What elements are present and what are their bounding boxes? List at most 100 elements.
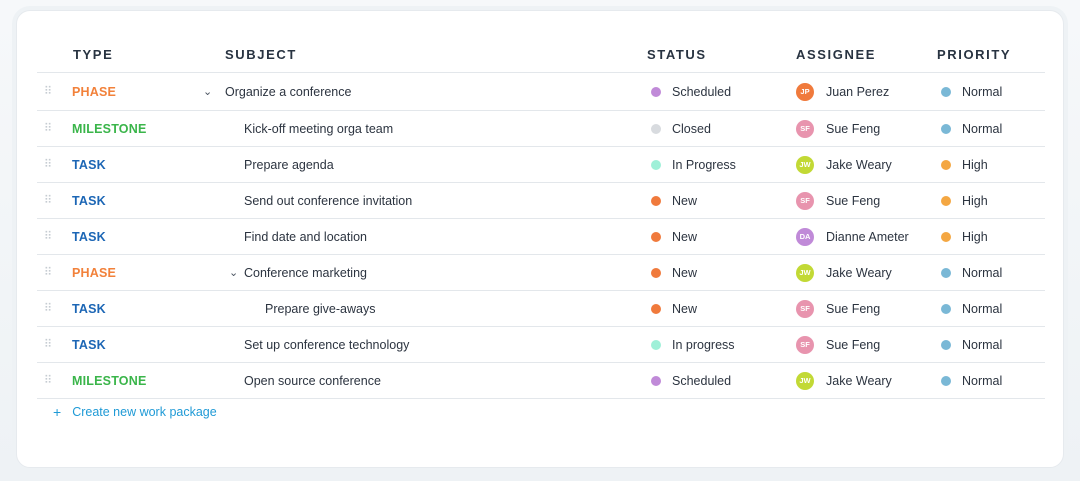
subject-cell[interactable]: Send out conference invitation [244,194,412,208]
table-row[interactable]: ⠿ TASK Find date and location New DA Dianne A… [37,219,1045,255]
type-cell: MILESTONE [72,121,147,136]
priority-label: High [962,193,988,208]
avatar: SF [796,299,814,318]
status-dot-icon [651,375,661,386]
assignee-name: Sue Feng [826,301,881,316]
status-dot-icon [651,231,661,242]
drag-handle-icon[interactable]: ⠿ [44,159,52,170]
table-header: TYPE SUBJECT STATUS ASSIGNEE PRIORITY [37,11,1045,73]
priority-cell[interactable]: Normal [941,266,1002,280]
assignee-name: Jake Weary [826,157,892,172]
priority-dot-icon [941,159,951,170]
drag-handle-icon[interactable]: ⠿ [44,123,52,134]
type-cell: TASK [72,193,106,208]
status-dot-icon [651,195,661,206]
status-label: New [672,229,698,244]
assignee-cell[interactable]: JW Jake Weary [796,155,892,174]
subject-cell[interactable]: Prepare agenda [244,158,334,172]
priority-cell[interactable]: High [941,194,988,208]
drag-handle-icon[interactable]: ⠿ [44,375,52,386]
status-cell[interactable]: New [651,266,697,280]
priority-cell[interactable]: Normal [941,85,1002,99]
status-dot-icon [651,267,661,278]
chevron-down-icon[interactable]: ⌄ [229,265,238,278]
status-cell[interactable]: Closed [651,122,711,136]
priority-label: High [962,229,988,244]
drag-handle-icon[interactable]: ⠿ [44,86,52,97]
table-row[interactable]: ⠿ TASK Prepare agenda In Progress JW Jake Wea… [37,147,1045,183]
type-cell: TASK [72,229,106,244]
assignee-name: Sue Feng [826,193,881,208]
assignee-cell[interactable]: SF Sue Feng [796,299,881,318]
column-header-status[interactable]: STATUS [647,47,707,62]
subject-cell[interactable]: Conference marketing [244,266,367,280]
plus-icon: + [53,404,62,420]
priority-label: Normal [962,121,1003,136]
assignee-cell[interactable]: JW Jake Weary [796,371,892,390]
status-cell[interactable]: New [651,302,697,316]
table-row[interactable]: ⠿ PHASE ⌄ Conference marketing New JW Jake Wea… [37,255,1045,291]
status-cell[interactable]: In Progress [651,158,736,172]
column-header-assignee[interactable]: ASSIGNEE [796,47,876,62]
status-label: New [672,265,698,280]
subject-cell[interactable]: Prepare give-aways [265,302,375,316]
priority-dot-icon [941,231,951,242]
status-label: New [672,193,698,208]
status-label: Scheduled [672,84,732,99]
priority-cell[interactable]: Normal [941,122,1002,136]
assignee-cell[interactable]: JP Juan Perez [796,82,890,101]
priority-cell[interactable]: High [941,230,988,244]
assignee-cell[interactable]: SF Sue Feng [796,335,880,354]
avatar: JW [796,371,814,390]
drag-handle-icon[interactable]: ⠿ [44,195,52,206]
subject-cell[interactable]: Find date and location [244,230,367,244]
status-dot-icon [651,159,661,170]
status-label: In progress [672,337,735,352]
status-cell[interactable]: New [651,230,697,244]
status-dot-icon [651,303,661,314]
assignee-cell[interactable]: SF Sue Feng [796,119,880,138]
status-cell[interactable]: Scheduled [651,374,731,388]
chevron-down-icon[interactable]: ⌄ [203,84,212,97]
create-work-package-link[interactable]: + Create new work package [53,404,217,420]
assignee-cell[interactable]: SF Sue Feng [796,191,881,210]
subject-cell[interactable]: Set up conference technology [244,338,409,352]
table-row[interactable]: ⠿ TASK Set up conference technology In prog… [37,327,1045,363]
subject-cell[interactable]: Open source conference [244,374,381,388]
drag-handle-icon[interactable]: ⠿ [44,267,52,278]
drag-handle-icon[interactable]: ⠿ [44,303,52,314]
status-label: Scheduled [672,373,732,388]
priority-cell[interactable]: Normal [941,302,1002,316]
subject-cell[interactable]: Organize a conference [225,85,351,99]
priority-label: Normal [962,337,1003,352]
status-dot-icon [651,86,661,97]
priority-label: Normal [962,373,1003,388]
priority-label: Normal [962,84,1003,99]
table-row[interactable]: ⠿ MILESTONE Kick-off meeting orga team Clos… [37,111,1045,147]
drag-handle-icon[interactable]: ⠿ [44,339,52,350]
subject-cell[interactable]: Kick-off meeting orga team [244,122,393,136]
priority-cell[interactable]: Normal [941,374,1002,388]
table-row[interactable]: ⠿ TASK Prepare give-aways New SF Sue Feng Norm… [37,291,1045,327]
status-cell[interactable]: New [651,194,697,208]
drag-handle-icon[interactable]: ⠿ [44,231,52,242]
assignee-cell[interactable]: DA Dianne Ameter [796,227,909,246]
priority-cell[interactable]: Normal [941,338,1002,352]
table-row[interactable]: ⠿ TASK Send out conference invitation New SF… [37,183,1045,219]
priority-dot-icon [941,375,951,386]
assignee-name: Juan Perez [826,84,890,99]
avatar: JW [796,263,814,282]
column-header-type[interactable]: TYPE [73,47,113,62]
assignee-name: Dianne Ameter [826,229,909,244]
avatar: DA [796,227,814,246]
priority-cell[interactable]: High [941,158,988,172]
column-header-subject[interactable]: SUBJECT [225,47,297,62]
page: TYPE SUBJECT STATUS ASSIGNEE PRIORITY ⠿ P… [0,0,1080,481]
status-cell[interactable]: In progress [651,338,735,352]
status-label: Closed [672,121,711,136]
table-row[interactable]: ⠿ MILESTONE Open source conference Schedule… [37,363,1045,399]
status-cell[interactable]: Scheduled [651,85,731,99]
assignee-cell[interactable]: JW Jake Weary [796,263,892,282]
table-row[interactable]: ⠿ PHASE ⌄ Organize a conference Scheduled JP J… [37,73,1045,111]
column-header-priority[interactable]: PRIORITY [937,47,1011,62]
